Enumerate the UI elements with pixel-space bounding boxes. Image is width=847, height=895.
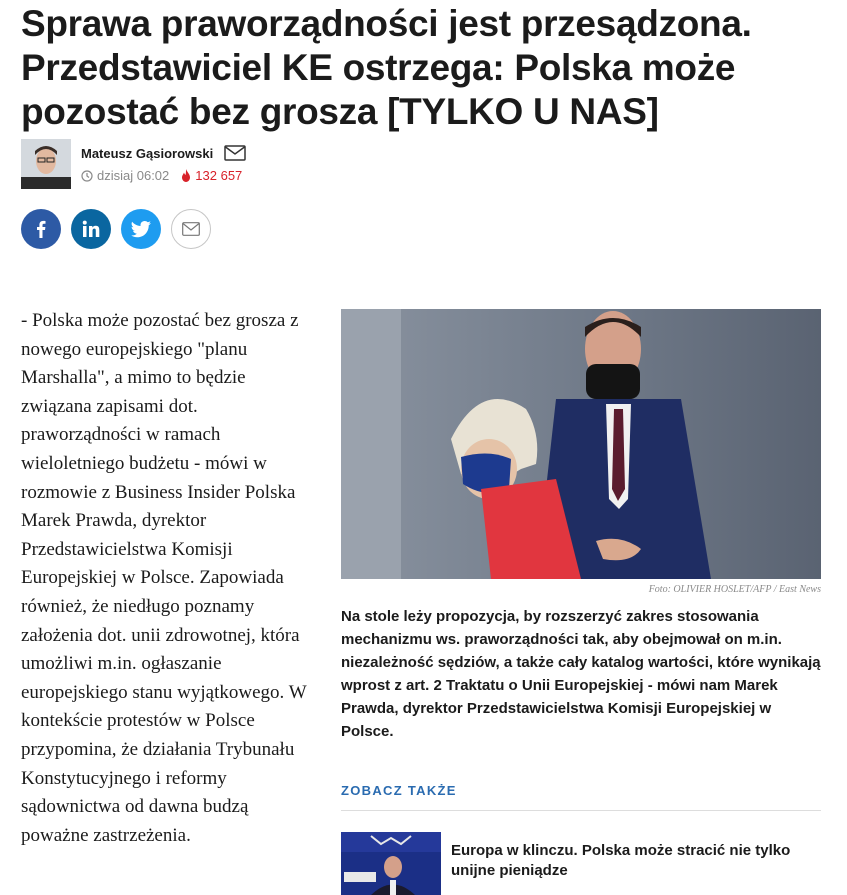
share-email-button[interactable]: [171, 209, 211, 249]
clock-icon: [81, 169, 93, 182]
share-twitter-button[interactable]: [121, 209, 161, 249]
view-count-value: 132 657: [195, 168, 243, 183]
article-photo[interactable]: [341, 309, 821, 579]
article-meta: dzisiaj 06:02 132 657: [81, 168, 242, 183]
email-icon: [182, 222, 200, 236]
facebook-icon: [37, 220, 46, 238]
publish-time: dzisiaj 06:02: [97, 168, 170, 183]
article-headline: Sprawa praworządności jest przesądzona. …: [21, 3, 752, 132]
related-article-title[interactable]: Europa w klinczu. Polska może stracić ni…: [451, 841, 811, 881]
author-email-icon[interactable]: [224, 144, 246, 162]
linkedin-icon: [82, 220, 100, 237]
see-also-heading: ZOBACZ TAKŻE: [341, 783, 457, 798]
related-article-thumbnail[interactable]: [341, 832, 441, 895]
flame-icon: [182, 169, 191, 182]
section-divider: [341, 810, 821, 811]
author-name[interactable]: Mateusz Gąsiorowski: [81, 146, 213, 161]
share-linkedin-button[interactable]: [71, 209, 111, 249]
twitter-icon: [131, 220, 151, 237]
view-count: 132 657: [181, 168, 242, 183]
article-lead: - Polska może pozostać bez grosza z nowe…: [21, 310, 307, 846]
share-facebook-button[interactable]: [21, 209, 61, 249]
photo-caption: Na stole leży propozycja, by rozszerzyć …: [341, 608, 821, 740]
photo-credit: Foto: OLIVIER HOSLET/AFP / East News: [648, 584, 821, 595]
author-avatar[interactable]: [21, 139, 71, 189]
